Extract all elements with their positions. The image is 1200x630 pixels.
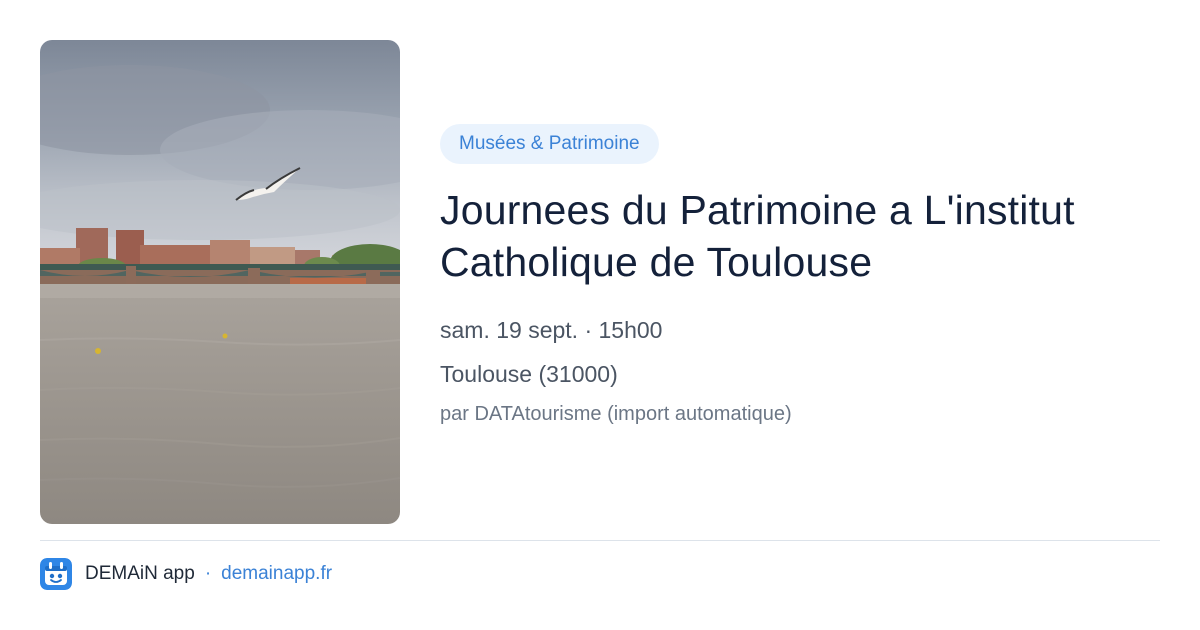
app-website-link[interactable]: demainapp.fr bbox=[221, 563, 332, 585]
event-location: Toulouse (31000) bbox=[440, 361, 618, 387]
event-info: Musées & Patrimoine Journees du Patrimoi… bbox=[440, 124, 1160, 428]
footer-separator: · bbox=[204, 563, 212, 584]
app-name: DEMAiN app bbox=[85, 563, 195, 584]
category-badge[interactable]: Musées & Patrimoine bbox=[440, 124, 659, 164]
footer-divider bbox=[40, 540, 1160, 541]
footer: DEMAiN app · demainapp.fr bbox=[40, 558, 332, 590]
demain-app-logo-icon bbox=[40, 558, 72, 590]
event-share-card: Musées & Patrimoine Journees du Patrimoi… bbox=[0, 0, 1200, 630]
event-source: par DATAtourisme (import automatique) bbox=[440, 403, 792, 425]
event-datetime: sam. 19 sept. · 15h00 bbox=[440, 317, 663, 343]
event-photo bbox=[40, 40, 400, 524]
event-title: Journees du Patrimoine a L'institut Cath… bbox=[440, 187, 1075, 285]
